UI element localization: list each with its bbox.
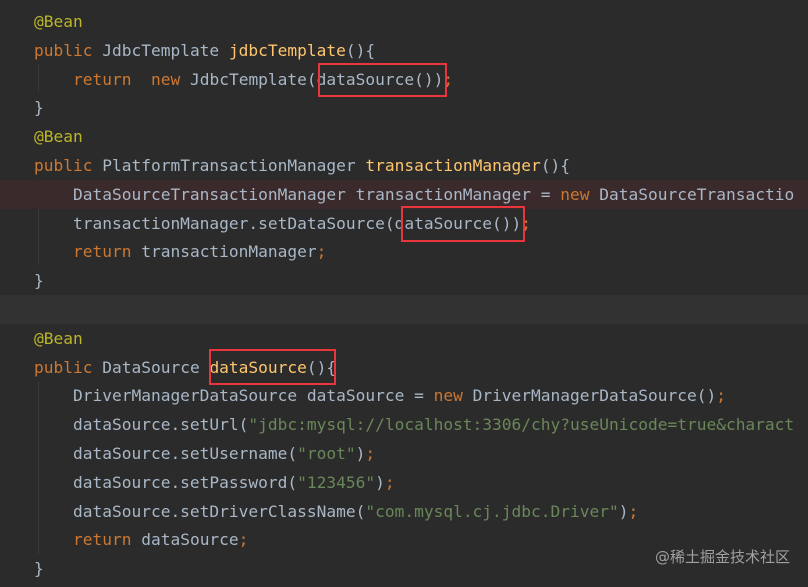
code-token: return [34, 242, 132, 262]
code-token: @Bean [34, 328, 83, 348]
code-token: JdbcTemplate [92, 40, 229, 60]
code-line[interactable] [0, 295, 808, 324]
code-line[interactable]: @Bean [0, 7, 808, 36]
code-line[interactable]: DriverManagerDataSource dataSource = new… [0, 381, 808, 410]
code-token: jdbcTemplate [228, 40, 346, 60]
code-token: new [560, 184, 590, 204]
code-line[interactable]: public PlatformTransactionManager transa… [0, 151, 808, 180]
code-token: public [34, 40, 93, 60]
code-text: dataSource.setUrl("jdbc:mysql://localhos… [34, 410, 794, 439]
code-token: @Bean [34, 12, 83, 31]
code-token: new [433, 386, 463, 406]
code-text: dataSource.setPassword("123456"); [34, 468, 395, 497]
watermark: @稀土掘金技术社区 [654, 548, 790, 566]
code-token: } [34, 559, 44, 579]
code-editor[interactable]: @Bean public JdbcTemplate jdbcTemplate(){… [0, 0, 808, 587]
code-token: DataSourceTransactionManager transaction… [34, 184, 561, 204]
code-line[interactable]: dataSource.setUrl("jdbc:mysql://localhos… [0, 410, 808, 439]
code-token: transactionManager [131, 242, 317, 262]
code-line[interactable]: } [0, 266, 808, 295]
code-token: "com.mysql.cj.jdbc.Driver" [365, 501, 619, 521]
code-token: (){ [345, 40, 376, 60]
code-text: dataSource.setUsername("root"); [34, 439, 375, 468]
code-token: @Bean [34, 127, 83, 147]
code-token: ) [375, 472, 385, 492]
code-text: } [34, 266, 44, 295]
code-token: ) [355, 444, 366, 463]
code-token: dataSource.setUsername( [34, 444, 298, 463]
code-line[interactable]: } [0, 93, 808, 122]
code-line[interactable]: dataSource.setUsername("root"); [0, 439, 808, 468]
code-token: (){ [540, 156, 571, 175]
code-token: ) [618, 501, 629, 521]
code-text: @Bean [34, 7, 83, 36]
code-token: ; [316, 242, 327, 262]
code-line[interactable]: @Bean [0, 324, 808, 353]
code-token: public [34, 156, 93, 175]
code-token: PlatformTransactionManager [92, 156, 366, 175]
code-token: DataSourceTransactio [589, 184, 795, 204]
code-token: public [34, 357, 93, 377]
code-text: DriverManagerDataSource dataSource = new… [34, 381, 726, 410]
code-text: public JdbcTemplate jdbcTemplate(){ [34, 36, 375, 65]
code-token: new [150, 69, 181, 89]
highlight-box-transaction-datasource [401, 206, 525, 242]
code-text: return dataSource; [34, 525, 248, 554]
code-token: dataSource [131, 530, 239, 550]
code-token: ; [628, 501, 639, 521]
code-token: "123456" [297, 472, 376, 492]
code-token: DataSource [92, 357, 210, 377]
code-token: ; [384, 472, 395, 492]
code-text: } [34, 93, 44, 122]
code-token: ; [365, 444, 376, 463]
code-token: } [34, 98, 44, 118]
code-token: return [34, 69, 132, 89]
code-line[interactable]: @Bean [0, 122, 808, 151]
code-text: return transactionManager; [34, 237, 326, 266]
code-token: dataSource.setPassword( [34, 472, 298, 492]
code-text: @Bean [34, 122, 83, 151]
code-line[interactable]: public DataSource dataSource(){ [0, 353, 808, 382]
code-token: "jdbc:mysql://localhost:3306/chy?useUnic… [248, 415, 795, 435]
highlight-box-datasource-method [209, 349, 336, 385]
code-token: ; [716, 386, 726, 406]
code-token: "root" [297, 444, 356, 463]
highlight-box-jdbctemplate-datasource [318, 63, 447, 97]
code-text: @Bean [34, 324, 83, 353]
code-token: return [34, 530, 132, 550]
code-token: ; [238, 530, 249, 550]
code-token: dataSource.setUrl( [34, 415, 249, 435]
code-token: transactionManager [365, 156, 541, 175]
code-token: DriverManagerDataSource() [462, 386, 717, 406]
code-line[interactable]: dataSource.setDriverClassName("com.mysql… [0, 497, 808, 526]
code-text: dataSource.setDriverClassName("com.mysql… [34, 497, 638, 526]
code-line[interactable]: dataSource.setPassword("123456"); [0, 468, 808, 497]
code-text: } [34, 554, 44, 583]
code-line[interactable]: DataSourceTransactionManager transaction… [0, 179, 808, 209]
code-token: DriverManagerDataSource dataSource = [34, 386, 434, 406]
code-token: dataSource.setDriverClassName( [34, 501, 366, 521]
code-line[interactable]: public JdbcTemplate jdbcTemplate(){ [0, 36, 808, 65]
code-text: public PlatformTransactionManager transa… [34, 151, 570, 180]
code-text: DataSourceTransactionManager transaction… [34, 180, 794, 209]
code-token: } [34, 271, 44, 291]
